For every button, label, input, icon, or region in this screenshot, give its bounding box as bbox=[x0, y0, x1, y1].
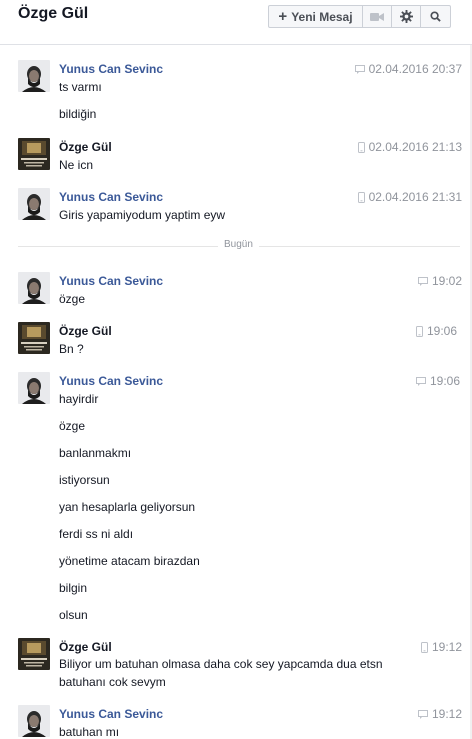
mobile-phone-icon bbox=[357, 141, 365, 153]
message-text: ts varmı bbox=[59, 80, 102, 94]
message-text: ferdi ss ni aldı bbox=[59, 527, 134, 541]
message-text: olsun bbox=[59, 608, 88, 622]
message-text: istiyorsun bbox=[59, 473, 110, 487]
message-text: hayirdir bbox=[59, 392, 99, 406]
search-icon bbox=[430, 11, 441, 22]
avatar-yunus[interactable] bbox=[18, 372, 50, 404]
chat-bubble-icon bbox=[417, 709, 428, 719]
sender-name[interactable]: Yunus Can Sevinc bbox=[59, 62, 163, 76]
message-time: 19:12 bbox=[431, 640, 462, 654]
message-text: Giris yapamiyodum yaptim eyw bbox=[59, 208, 226, 222]
message-meta: 19:06 bbox=[416, 374, 472, 388]
message-text: batuhan mı bbox=[59, 725, 120, 739]
toolbar: + Yeni Mesaj bbox=[268, 5, 451, 28]
search-button[interactable] bbox=[421, 6, 450, 27]
new-message-button[interactable]: + Yeni Mesaj bbox=[269, 6, 363, 27]
message-text: bilgin bbox=[59, 581, 88, 595]
avatar-ozge[interactable] bbox=[18, 638, 50, 670]
message-meta: 02.04.2016 21:13 bbox=[357, 140, 462, 154]
plus-icon: + bbox=[278, 8, 288, 25]
message-meta: 19:12 bbox=[417, 707, 462, 721]
message-meta: 19:12 bbox=[420, 640, 462, 654]
avatar-ozge[interactable] bbox=[18, 322, 50, 354]
message-text: özge bbox=[59, 419, 86, 433]
video-camera-icon bbox=[370, 12, 384, 21]
message-time: 02.04.2016 21:13 bbox=[368, 140, 462, 154]
mobile-phone-icon bbox=[416, 325, 423, 337]
message-thread[interactable]: Yunus Can Sevinc 02.04.2016 20:37 ts var… bbox=[0, 46, 472, 739]
message-time: 02.04.2016 20:37 bbox=[368, 62, 462, 76]
sender-name[interactable]: Özge Gül bbox=[59, 324, 112, 338]
message-meta: 02.04.2016 21:31 bbox=[357, 190, 462, 204]
message-time: 19:06 bbox=[430, 374, 461, 388]
message-text: Biliyor um batuhan olmasa daha cok sey y… bbox=[59, 657, 383, 689]
avatar-ozge[interactable] bbox=[18, 138, 50, 170]
message-meta: 19:02 bbox=[417, 274, 462, 288]
message-text: özge bbox=[59, 292, 86, 306]
chat-bubble-icon bbox=[416, 376, 426, 386]
message-text: bildiğin bbox=[59, 107, 97, 121]
message-meta: 02.04.2016 20:37 bbox=[354, 62, 462, 76]
settings-button[interactable] bbox=[392, 6, 421, 27]
message-time: 19:12 bbox=[431, 707, 462, 721]
video-call-button[interactable] bbox=[363, 6, 392, 27]
avatar-yunus[interactable] bbox=[18, 188, 50, 220]
mobile-phone-icon bbox=[420, 641, 428, 653]
sender-name[interactable]: Özge Gül bbox=[59, 640, 112, 654]
message-text: banlanmakmı bbox=[59, 446, 132, 460]
message-text: yan hesaplarla geliyorsun bbox=[59, 500, 196, 514]
chat-bubble-icon bbox=[354, 64, 365, 74]
gear-icon bbox=[399, 10, 413, 23]
mobile-phone-icon bbox=[357, 191, 365, 203]
conversation-header: Özge Gül + Yeni Mesaj bbox=[0, 0, 472, 45]
date-divider-label: Bugün bbox=[218, 239, 259, 250]
new-message-label: Yeni Mesaj bbox=[291, 9, 353, 24]
conversation-title: Özge Gül bbox=[18, 5, 89, 22]
message-time: 19:02 bbox=[431, 274, 462, 288]
avatar-yunus[interactable] bbox=[18, 60, 50, 92]
sender-name[interactable]: Özge Gül bbox=[59, 140, 112, 154]
sender-name[interactable]: Yunus Can Sevinc bbox=[59, 274, 163, 288]
avatar-yunus[interactable] bbox=[18, 705, 50, 737]
message-text: yönetime atacam birazdan bbox=[59, 554, 200, 568]
message-meta: 19:06 bbox=[416, 324, 472, 338]
avatar-yunus[interactable] bbox=[18, 272, 50, 304]
chat-bubble-icon bbox=[417, 276, 428, 286]
sender-name[interactable]: Yunus Can Sevinc bbox=[59, 707, 163, 721]
message-time: 02.04.2016 21:31 bbox=[368, 190, 462, 204]
sender-name[interactable]: Yunus Can Sevinc bbox=[59, 190, 163, 204]
message-text: Bn ? bbox=[59, 342, 84, 356]
message-time: 19:06 bbox=[427, 324, 458, 338]
message-text: Ne icn bbox=[59, 158, 94, 172]
sender-name[interactable]: Yunus Can Sevinc bbox=[59, 374, 163, 388]
